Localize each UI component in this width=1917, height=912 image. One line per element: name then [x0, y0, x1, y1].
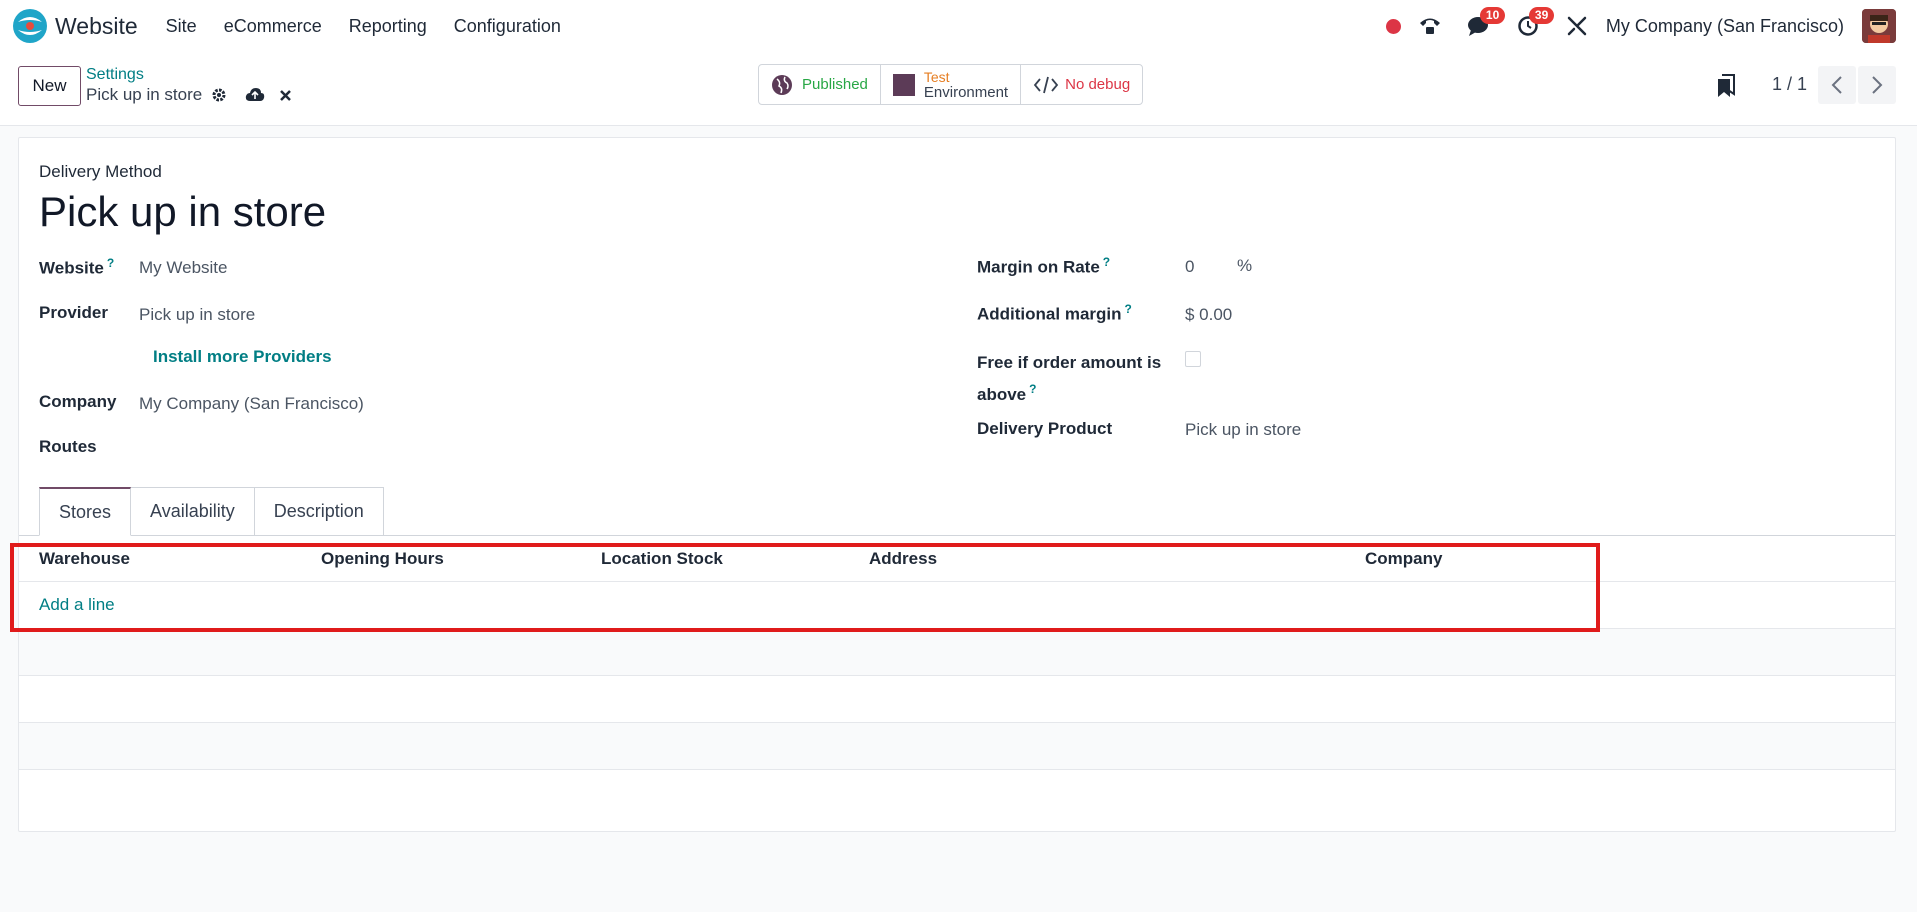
systray: 10 39 My Company (San Francisco)	[1385, 0, 1917, 52]
provider-label: Provider	[39, 303, 108, 322]
provider-field[interactable]: Pick up in store	[139, 305, 255, 325]
help-icon[interactable]: ?	[107, 256, 114, 270]
notebook-tabs: Stores Availability Description	[39, 487, 384, 536]
column-location-stock[interactable]: Location Stock	[601, 549, 723, 569]
website-field[interactable]: My Website	[139, 258, 228, 278]
globe-icon	[772, 74, 792, 95]
gear-icon[interactable]	[211, 87, 227, 103]
activities-clock-icon[interactable]: 39	[1515, 7, 1555, 39]
website-label: Website?	[39, 256, 115, 278]
user-avatar[interactable]	[1862, 9, 1896, 43]
breadcrumb-current: Pick up in store	[86, 85, 292, 105]
save-cloud-icon[interactable]	[245, 87, 265, 103]
record-title-field[interactable]: Pick up in store	[39, 188, 326, 236]
messages-icon[interactable]: 10	[1466, 7, 1506, 39]
list-row-add: Add a line	[19, 582, 1895, 629]
margin-rate-label: Margin on Rate?	[977, 255, 1111, 277]
company-label: Company	[39, 392, 117, 411]
discard-close-icon[interactable]	[279, 89, 292, 102]
list-row-empty	[19, 676, 1895, 723]
column-opening-hours[interactable]: Opening Hours	[321, 549, 444, 569]
help-icon[interactable]: ?	[1029, 382, 1036, 396]
debug-tools-icon[interactable]	[1564, 13, 1590, 39]
control-panel: New Settings Pick up in store Published …	[0, 52, 1917, 126]
menu-configuration[interactable]: Configuration	[454, 16, 561, 37]
model-overline: Delivery Method	[39, 162, 162, 181]
margin-rate-field[interactable]: 0	[1185, 257, 1194, 277]
free-over-label: Free if order amount is above?	[977, 353, 1162, 404]
environment-indicator[interactable]: Test Environment	[881, 65, 1022, 104]
list-row-empty	[19, 723, 1895, 770]
add-line-link[interactable]: Add a line	[39, 595, 115, 615]
breadcrumb-settings[interactable]: Settings	[86, 66, 144, 84]
column-warehouse[interactable]: Warehouse	[39, 549, 130, 569]
menu-reporting[interactable]: Reporting	[349, 16, 427, 37]
tab-description[interactable]: Description	[254, 487, 384, 536]
column-address[interactable]: Address	[869, 549, 937, 569]
chevron-left-icon	[1831, 76, 1842, 94]
activities-count-badge: 39	[1528, 7, 1555, 24]
routes-label: Routes	[39, 437, 97, 456]
additional-margin-field[interactable]: $ 0.00	[1185, 305, 1232, 325]
pager-previous-button[interactable]	[1818, 66, 1856, 104]
published-label: Published	[802, 76, 868, 93]
record-name: Pick up in store	[86, 85, 203, 104]
main-menu: Site eCommerce Reporting Configuration	[166, 16, 588, 37]
pager-next-button[interactable]	[1858, 66, 1896, 104]
new-button[interactable]: New	[18, 66, 81, 106]
company-field[interactable]: My Company (San Francisco)	[139, 394, 364, 414]
pager-value[interactable]: 1 / 1	[1772, 74, 1807, 95]
tab-stores[interactable]: Stores	[39, 487, 132, 536]
list-row-empty	[19, 629, 1895, 676]
messages-count-badge: 10	[1479, 7, 1506, 24]
chevron-right-icon	[1872, 76, 1883, 94]
debug-label: No debug	[1065, 76, 1131, 93]
top-navbar: Website Site eCommerce Reporting Configu…	[0, 0, 1917, 52]
website-app-icon	[13, 9, 47, 43]
published-toggle[interactable]: Published	[759, 65, 881, 104]
company-switcher[interactable]: My Company (San Francisco)	[1606, 16, 1844, 37]
code-icon	[1033, 76, 1059, 93]
delivery-product-label: Delivery Product	[977, 419, 1113, 438]
help-icon[interactable]: ?	[1125, 302, 1132, 316]
menu-site[interactable]: Site	[166, 16, 197, 37]
environment-test-label: Test	[923, 68, 950, 85]
recording-indicator-icon[interactable]	[1385, 18, 1401, 34]
debug-mode-toggle[interactable]: No debug	[1021, 65, 1142, 104]
environment-label: Environment	[923, 83, 1009, 101]
install-providers-link[interactable]: Install more Providers	[153, 347, 332, 367]
website-status-group: Published Test Environment No debug	[758, 64, 1144, 105]
bookmark-icon[interactable]	[1716, 74, 1736, 103]
phone-icon[interactable]	[1417, 13, 1443, 39]
free-over-checkbox[interactable]	[1185, 351, 1201, 367]
help-icon[interactable]: ?	[1103, 255, 1110, 269]
app-name: Website	[55, 12, 138, 39]
additional-margin-label: Additional margin?	[977, 302, 1132, 324]
app-brand[interactable]: Website	[12, 8, 138, 44]
tab-availability[interactable]: Availability	[131, 487, 255, 536]
form-sheet: Delivery Method Pick up in store Website…	[18, 137, 1896, 832]
environment-square-icon	[892, 73, 915, 96]
list-header: Warehouse Opening Hours Location Stock A…	[19, 536, 1895, 582]
column-company[interactable]: Company	[1365, 549, 1442, 569]
stores-list: Warehouse Opening Hours Location Stock A…	[19, 536, 1895, 770]
delivery-product-field[interactable]: Pick up in store	[1185, 420, 1301, 440]
margin-rate-unit: %	[1237, 256, 1253, 275]
menu-ecommerce[interactable]: eCommerce	[224, 16, 322, 37]
